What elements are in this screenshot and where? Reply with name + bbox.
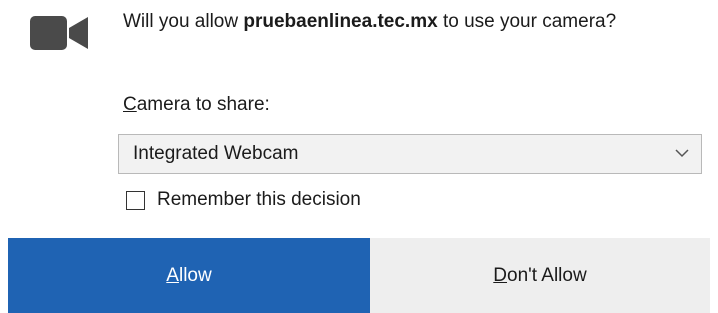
permission-prompt: Will you allow pruebaenlinea.tec.mx to u… <box>123 8 683 35</box>
camera-label-access-key: C <box>123 94 137 115</box>
camera-select-value: Integrated Webcam <box>133 143 299 164</box>
remember-label: Remember this decision <box>157 189 361 210</box>
deny-label: on't Allow <box>507 264 587 286</box>
site-host: pruebaenlinea.tec.mx <box>243 11 438 32</box>
video-camera-icon <box>30 16 88 50</box>
prompt-prefix: Will you allow <box>123 11 244 32</box>
allow-label: llow <box>178 264 212 286</box>
camera-select-label: Camera to share: <box>123 93 270 117</box>
dont-allow-button[interactable]: Don't Allow <box>370 238 710 313</box>
deny-access-key: D <box>493 264 508 286</box>
camera-permission-dialog: Will you allow pruebaenlinea.tec.mx to u… <box>0 0 718 313</box>
prompt-suffix: to use your camera? <box>437 11 617 32</box>
camera-select[interactable]: Integrated Webcam <box>118 134 702 174</box>
remember-decision[interactable]: Remember this decision <box>126 187 361 213</box>
allow-button[interactable]: Allow <box>8 238 370 313</box>
chevron-down-icon <box>675 149 689 158</box>
allow-access-key: A <box>166 264 179 286</box>
button-bar: Allow Don't Allow <box>8 238 710 313</box>
remember-checkbox[interactable] <box>126 190 145 210</box>
camera-label-text: amera to share: <box>136 94 270 115</box>
